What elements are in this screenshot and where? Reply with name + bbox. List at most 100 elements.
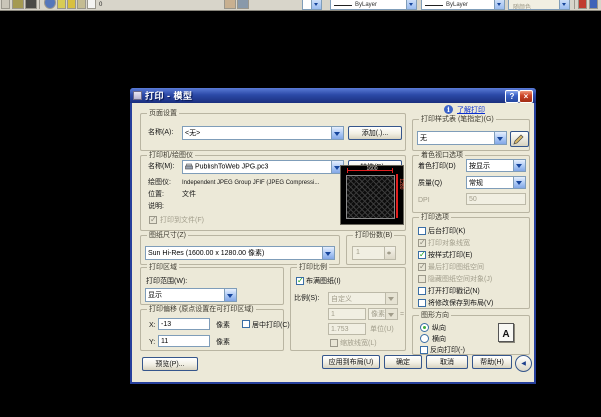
pencil-icon [513,134,524,145]
reverse-plot-checkbox[interactable] [420,346,428,354]
dialog-titlebar[interactable]: 打印 - 模型 ? × [130,88,536,103]
add-button[interactable]: 添加(.)... [348,126,402,140]
toolbar-icon-red[interactable] [578,0,587,9]
plot-option-label: 将修改保存到布局(V) [428,300,494,307]
plot-dialog: 打印 - 模型 ? × 页面设置 名称(A): <无> 添加(.)... 打印机… [130,88,536,384]
group-title: 打印区域 [147,263,179,272]
chevron-down-icon [224,289,236,301]
group-title: 页面设置 [147,109,179,118]
chevron-down-icon [559,0,569,9]
dpi-label: DPI [418,197,430,204]
offset-x-label: X: [149,322,156,329]
chevron-down-icon [406,0,416,9]
linetype-value: ByLayer [355,2,378,8]
copies-spinner: 1 [352,246,396,260]
plot-option-checkbox-hide-paperspace [418,275,426,283]
plot-option-checkbox-plot-stamp[interactable] [418,287,426,295]
scale-label: 比例(S): [294,295,320,302]
apply-to-layout-button[interactable]: 应用到布局(U) [322,355,380,369]
offset-x-input[interactable]: -13 [158,318,210,330]
layer-states-icon[interactable] [25,0,37,9]
titlebar-help-button[interactable]: ? [505,90,519,103]
scale-custom-input: 1 [328,308,366,320]
printer-icon [185,163,193,170]
location-label: 位置: [148,191,164,198]
pagesetup-name-dropdown[interactable]: <无> [182,126,344,140]
dpi-input: 50 [466,193,526,205]
make-layer-current-icon[interactable] [224,0,236,9]
preview-button[interactable]: 预览(P)... [142,357,198,371]
dialog-body: 页面设置 名称(A): <无> 添加(.)... 打印机/绘图仪 名称(M): … [132,103,534,382]
plot-option-checkbox-background[interactable] [418,227,426,235]
fit-to-paper-checkbox[interactable] [296,276,304,285]
printer-name-dropdown[interactable]: PublishToWeb JPG.pc3 [182,160,344,174]
autocad-workspace: 0 ByLayer ByLayer 随颜色 打印 - 模型 ? × 页面设置 名… [0,0,601,417]
center-plot-label: 居中打印(C) [252,322,290,329]
collapse-arrow-icon: ◀ [521,361,526,367]
toolbar-flyout-arrow-icon[interactable] [1,0,10,9]
cancel-button[interactable]: 取消 [426,355,468,369]
chevron-down-icon [385,309,397,319]
layer-globe-icon [44,0,56,9]
plot-option-label: 打印对象线宽 [428,240,470,247]
location-value: 文件 [182,191,196,198]
paper-letter: A [502,329,510,340]
spinner-down-icon [387,252,391,257]
plotstyle-value: 随颜色 [513,5,532,10]
reverse-plot-label: 反向打印(-) [430,347,465,354]
lineweight-dropdown[interactable]: ByLayer [421,0,505,10]
paper-printable-area [346,175,395,219]
print-to-file-label: 打印到文件(F) [160,217,204,224]
group-title: 打印选项 [419,213,451,222]
layer-previous-icon[interactable] [237,0,249,9]
plot-range-dropdown[interactable]: 显示 [145,288,237,302]
paper-height-label: 1280 [398,178,404,190]
paper-width-dimension [347,168,393,173]
linetype-dropdown[interactable]: ByLayer [330,0,417,10]
portrait-paper-icon: A [498,323,514,342]
group-title: 打印比例 [297,263,329,272]
close-icon[interactable]: × [519,90,533,103]
group-title: 图形方向 [419,311,451,320]
chevron-down-icon [311,0,321,9]
scale-units-label: 单位(U) [370,326,394,333]
plot-option-checkbox-save-changes[interactable] [418,299,426,307]
layer-properties-icon[interactable] [12,0,24,9]
offset-x-unit: 像素 [216,322,230,329]
fit-to-paper-label: 布满图纸(I) [306,278,341,285]
group-title: 打印样式表 (笔指定)(G) [419,115,496,124]
landscape-radio[interactable] [420,334,429,343]
chevron-down-icon [494,132,506,144]
portrait-label: 纵向 [432,325,446,332]
plot-style-dropdown[interactable]: 无 [417,131,507,145]
less-options-button[interactable]: ◀ [515,355,532,372]
scale-dropdown: 自定义 [328,292,398,305]
quality-dropdown[interactable]: 常规 [466,176,526,189]
portrait-radio[interactable] [420,323,429,332]
help-button[interactable]: 帮助(H) [472,355,512,369]
edit-plot-style-button[interactable] [510,131,529,147]
shade-plot-dropdown[interactable]: 按显示 [466,159,526,172]
color-control-dropdown[interactable] [302,0,322,10]
plot-style-value: 无 [420,135,427,142]
plotter-label: 绘图仪: [148,179,171,186]
quality-value: 常规 [469,179,483,187]
center-plot-checkbox[interactable] [242,320,250,328]
description-label: 说明: [148,203,164,210]
plot-option-checkbox-lineweights [418,238,426,247]
landscape-label: 横向 [432,336,446,343]
plot-range-label: 打印范围(W): [146,278,188,285]
plot-dialog-icon [133,91,142,100]
offset-y-input[interactable]: 11 [158,335,210,347]
plot-option-checkbox-plotstyles[interactable] [418,250,426,259]
toolbar-icon-blue[interactable] [589,0,598,9]
current-layer-label: 0 [99,2,103,8]
shade-plot-value: 按显示 [469,162,490,170]
group-title: 图纸尺寸(Z) [147,231,188,240]
scale-value: 自定义 [331,295,352,303]
layer-lock-icon [77,0,86,9]
paper-size-dropdown[interactable]: Sun Hi-Res (1600.00 x 1280.00 像素) [145,246,335,260]
scale-lineweights-label: 缩放线宽(L) [340,340,377,347]
learn-about-plotting-link[interactable]: 了解打印 [457,105,485,115]
ok-button[interactable]: 确定 [384,355,422,369]
